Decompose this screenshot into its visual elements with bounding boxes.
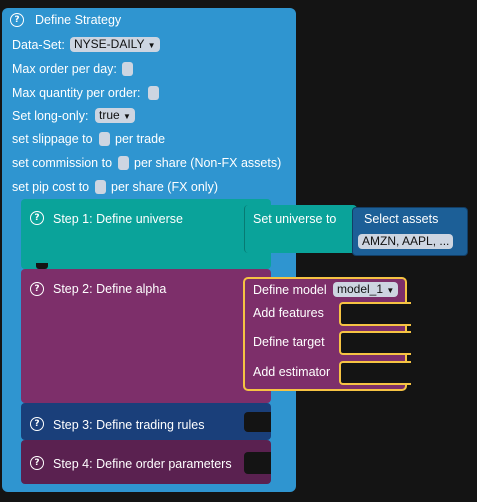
strategy-title: Define Strategy	[35, 13, 122, 27]
pip-cost-label: set pip cost to	[12, 180, 90, 194]
question-icon[interactable]: ?	[30, 211, 44, 225]
max-quantity-label: Max quantity per order:	[12, 86, 141, 100]
chevron-down-icon: ▼	[123, 112, 131, 121]
pip-cost-suffix: per share (FX only)	[111, 180, 218, 194]
chevron-down-icon: ▼	[386, 286, 395, 295]
dataset-label: Data-Set:	[12, 38, 65, 52]
pip-cost-input[interactable]	[95, 180, 106, 194]
step3-label: Step 3: Define trading rules	[53, 418, 205, 432]
max-quantity-input[interactable]	[148, 86, 159, 100]
question-icon[interactable]: ?	[10, 13, 24, 27]
long-only-dropdown[interactable]: true ▼	[95, 108, 135, 123]
chevron-down-icon: ▼	[147, 41, 156, 50]
assets-field[interactable]: AMZN, AAPL, ...	[358, 234, 454, 249]
step1-label: Step 1: Define universe	[53, 212, 183, 226]
step1-block[interactable]	[21, 199, 271, 269]
add-estimator-slot[interactable]	[339, 361, 411, 385]
question-icon[interactable]: ?	[30, 282, 44, 296]
commission-label: set commission to	[12, 156, 113, 170]
slippage-label: set slippage to	[12, 132, 93, 146]
add-features-label: Add features	[253, 306, 324, 320]
slippage-input[interactable]	[99, 132, 110, 146]
model-dropdown[interactable]: model_1 ▼	[333, 282, 399, 297]
order-parameters-slot[interactable]	[244, 452, 271, 474]
define-target-slot[interactable]	[339, 331, 411, 355]
question-icon[interactable]: ?	[30, 456, 44, 470]
add-features-slot[interactable]	[339, 302, 411, 326]
long-only-label: Set long-only:	[12, 109, 89, 123]
long-only-value: true	[99, 108, 120, 122]
define-target-label: Define target	[253, 335, 325, 349]
commission-input[interactable]	[118, 156, 129, 170]
question-icon[interactable]: ?	[30, 417, 44, 431]
add-estimator-label: Add estimator	[253, 365, 331, 379]
trading-rules-slot[interactable]	[244, 412, 271, 432]
commission-suffix: per share (Non-FX assets)	[134, 156, 282, 170]
set-universe-label: Set universe to	[253, 212, 337, 226]
model-value: model_1	[337, 282, 384, 296]
dataset-value: NYSE-DAILY	[74, 37, 145, 51]
define-model-label: Define model	[253, 283, 327, 297]
max-order-input[interactable]	[122, 62, 133, 76]
step2-label: Step 2: Define alpha	[53, 282, 167, 296]
select-assets-label: Select assets	[364, 212, 439, 226]
dataset-dropdown[interactable]: NYSE-DAILY ▼	[70, 37, 160, 52]
max-order-label: Max order per day:	[12, 62, 117, 76]
step4-label: Step 4: Define order parameters	[53, 457, 232, 471]
slippage-suffix: per trade	[115, 132, 166, 146]
